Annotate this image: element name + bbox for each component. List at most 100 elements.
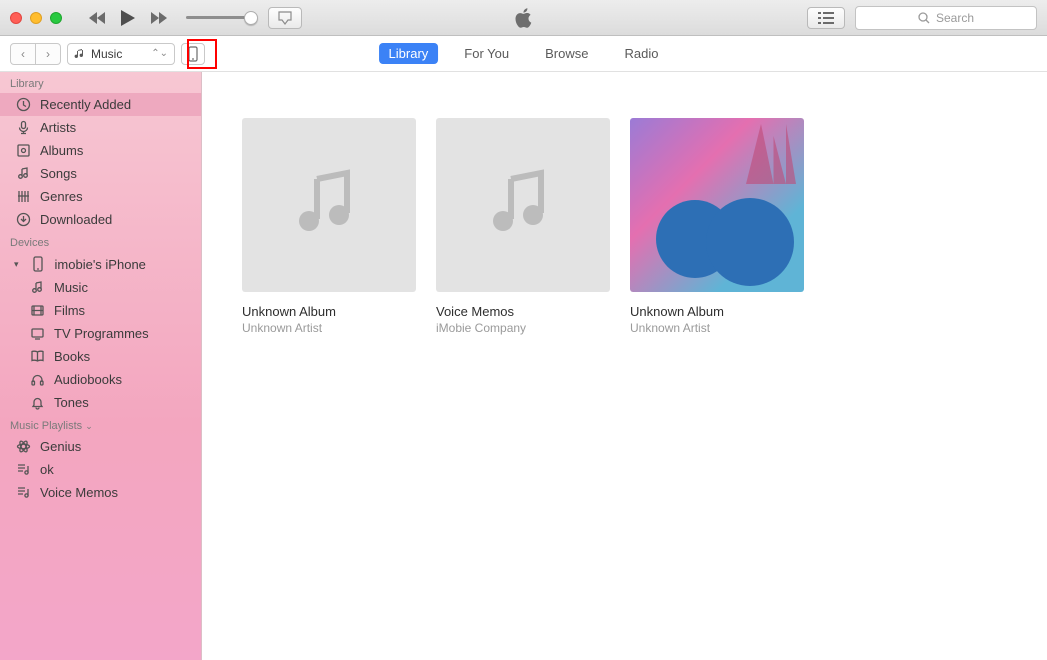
previous-track-button[interactable] bbox=[88, 11, 106, 25]
device-button[interactable] bbox=[181, 43, 205, 65]
album-grid: Unknown Album Unknown Artist Voice Memosi… bbox=[242, 118, 1047, 335]
sidebar: LibraryRecently Added Artists Albums Songs G… bbox=[0, 72, 202, 660]
music-note-icon bbox=[289, 165, 369, 245]
sidebar-item-ok[interactable]: ok bbox=[0, 458, 201, 481]
film-icon bbox=[28, 303, 46, 318]
search-icon bbox=[918, 12, 930, 24]
album-card[interactable]: Voice MemosiMobie Company bbox=[436, 118, 610, 335]
close-window-button[interactable] bbox=[10, 12, 22, 24]
sidebar-item-label: imobie's iPhone bbox=[55, 257, 146, 272]
album-title: Unknown Album bbox=[242, 304, 416, 319]
sidebar-item-label: Voice Memos bbox=[40, 485, 118, 500]
workspace: LibraryRecently Added Artists Albums Songs G… bbox=[0, 72, 1047, 660]
list-view-button[interactable] bbox=[807, 7, 845, 29]
album-card[interactable]: Unknown Album Unknown Artist bbox=[242, 118, 416, 335]
top-tabs: Library For You Browse Radio bbox=[379, 43, 669, 64]
tab-library[interactable]: Library bbox=[379, 43, 439, 64]
tab-browse[interactable]: Browse bbox=[535, 43, 598, 64]
sidebar-item-tones[interactable]: Tones bbox=[0, 391, 201, 414]
sidebar-item-label: Audiobooks bbox=[54, 372, 122, 387]
sidebar-item-label: ok bbox=[40, 462, 54, 477]
sidebar-item-imobie-s-iphone[interactable]: ▾ imobie's iPhone bbox=[0, 252, 201, 276]
album-artist: Unknown Artist bbox=[242, 321, 416, 335]
album-card[interactable]: Unknown AlbumUnknown Artist bbox=[630, 118, 804, 335]
tab-radio[interactable]: Radio bbox=[614, 43, 668, 64]
phone-icon bbox=[29, 256, 47, 272]
next-track-button[interactable] bbox=[150, 11, 168, 25]
note-icon bbox=[28, 280, 46, 295]
guitar-icon bbox=[14, 189, 32, 204]
playlist-icon bbox=[14, 485, 32, 500]
media-type-selector[interactable]: Music ⌃⌄ bbox=[67, 43, 175, 65]
playback-controls bbox=[88, 9, 168, 27]
chevron-down-icon[interactable]: ⌄ bbox=[85, 421, 93, 431]
music-note-icon bbox=[74, 48, 86, 60]
download-icon bbox=[14, 212, 32, 227]
sidebar-item-audiobooks[interactable]: Audiobooks bbox=[0, 368, 201, 391]
sidebar-section-title: Devices bbox=[0, 231, 201, 252]
forward-button[interactable]: › bbox=[35, 43, 61, 65]
album-art[interactable] bbox=[630, 118, 804, 292]
disclosure-triangle-icon[interactable]: ▾ bbox=[14, 259, 19, 270]
minimize-window-button[interactable] bbox=[30, 12, 42, 24]
sidebar-item-label: Tones bbox=[54, 395, 89, 410]
sidebar-item-label: Genres bbox=[40, 189, 83, 204]
airplay-icon bbox=[277, 11, 293, 25]
media-type-label: Music bbox=[91, 47, 122, 61]
album-art[interactable] bbox=[242, 118, 416, 292]
headphones-icon bbox=[28, 372, 46, 387]
album-title: Unknown Album bbox=[630, 304, 804, 319]
sidebar-item-label: Songs bbox=[40, 166, 77, 181]
sidebar-item-label: Albums bbox=[40, 143, 83, 158]
tab-for-you[interactable]: For You bbox=[454, 43, 519, 64]
chevron-updown-icon: ⌃⌄ bbox=[151, 48, 168, 59]
sidebar-item-label: Artists bbox=[40, 120, 76, 135]
play-button[interactable] bbox=[120, 9, 136, 27]
playlist-icon bbox=[14, 462, 32, 477]
back-button[interactable]: ‹ bbox=[10, 43, 36, 65]
sidebar-item-label: Music bbox=[54, 280, 88, 295]
content-area: Unknown Album Unknown Artist Voice Memosi… bbox=[202, 72, 1047, 660]
sidebar-item-artists[interactable]: Artists bbox=[0, 116, 201, 139]
mic-icon bbox=[14, 120, 32, 135]
music-note-icon bbox=[483, 165, 563, 245]
airplay-button[interactable] bbox=[268, 7, 302, 29]
apple-logo-icon bbox=[515, 8, 533, 28]
tv-icon bbox=[28, 326, 46, 341]
sidebar-item-label: Genius bbox=[40, 439, 81, 454]
phone-icon bbox=[188, 46, 198, 62]
book-icon bbox=[28, 349, 46, 364]
sidebar-item-genius[interactable]: Genius bbox=[0, 435, 201, 458]
sidebar-item-recently-added[interactable]: Recently Added bbox=[0, 93, 201, 116]
window-controls bbox=[10, 12, 62, 24]
list-icon bbox=[818, 12, 834, 24]
album-art[interactable] bbox=[436, 118, 610, 292]
sidebar-item-songs[interactable]: Songs bbox=[0, 162, 201, 185]
album-artist: iMobie Company bbox=[436, 321, 610, 335]
sidebar-item-films[interactable]: Films bbox=[0, 299, 201, 322]
sidebar-item-genres[interactable]: Genres bbox=[0, 185, 201, 208]
atom-icon bbox=[14, 439, 32, 454]
volume-slider[interactable] bbox=[186, 16, 256, 19]
navbar: ‹ › Music ⌃⌄ Library For You Browse Radio bbox=[0, 36, 1047, 72]
sidebar-item-books[interactable]: Books bbox=[0, 345, 201, 368]
note-icon bbox=[14, 166, 32, 181]
sidebar-item-music[interactable]: Music bbox=[0, 276, 201, 299]
sidebar-item-downloaded[interactable]: Downloaded bbox=[0, 208, 201, 231]
history-nav: ‹ › bbox=[10, 43, 61, 65]
sidebar-item-label: TV Programmes bbox=[54, 326, 149, 341]
sidebar-item-tv-programmes[interactable]: TV Programmes bbox=[0, 322, 201, 345]
zoom-window-button[interactable] bbox=[50, 12, 62, 24]
clock-icon bbox=[14, 97, 32, 112]
sidebar-item-label: Downloaded bbox=[40, 212, 112, 227]
sidebar-item-voice-memos[interactable]: Voice Memos bbox=[0, 481, 201, 504]
sidebar-item-albums[interactable]: Albums bbox=[0, 139, 201, 162]
album-icon bbox=[14, 143, 32, 158]
sidebar-section-title: Music Playlists ⌄ bbox=[0, 414, 201, 435]
sidebar-item-label: Films bbox=[54, 303, 85, 318]
sidebar-item-label: Books bbox=[54, 349, 90, 364]
bell-icon bbox=[28, 395, 46, 410]
sidebar-section-title: Library bbox=[0, 72, 201, 93]
search-placeholder: Search bbox=[936, 11, 974, 25]
search-input[interactable]: Search bbox=[855, 6, 1037, 30]
